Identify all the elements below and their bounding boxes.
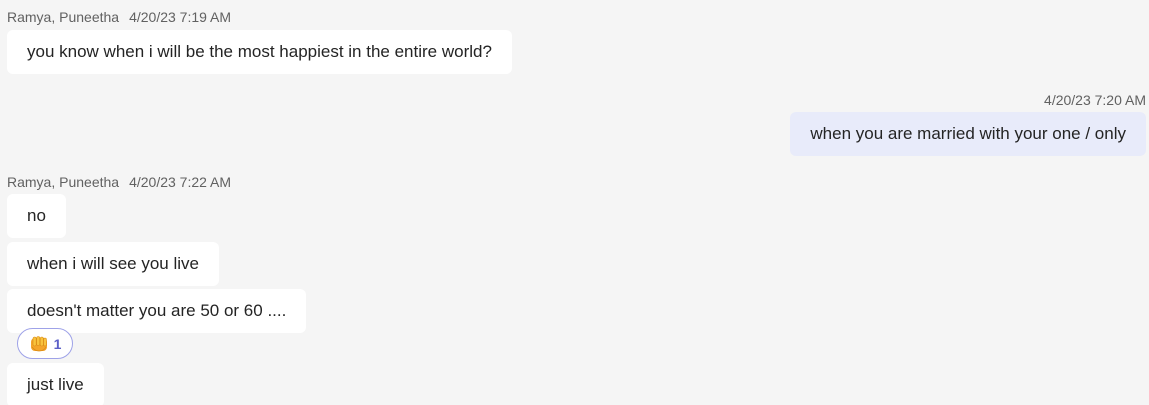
message-bubble[interactable]: no <box>7 194 66 238</box>
message-bubble[interactable]: when i will see you live <box>7 242 219 286</box>
message-bubble[interactable]: doesn't matter you are 50 or 60 .... <box>7 289 307 333</box>
message-bubble-outgoing[interactable]: when you are married with your one / onl… <box>790 112 1146 156</box>
message-timestamp: 4/20/23 7:19 AM <box>129 9 232 25</box>
fist-bump-icon <box>30 335 47 351</box>
message-bubble[interactable]: just live <box>7 363 104 405</box>
message-bubble[interactable]: you know when i will be the most happies… <box>7 30 512 74</box>
chat-thread: Ramya, Puneetha 4/20/23 7:19 AM you know … <box>0 0 1149 405</box>
message-timestamp: 4/20/23 7:20 AM <box>1044 92 1146 108</box>
reaction-pill[interactable]: 1 <box>17 328 73 359</box>
message-header: Ramya, Puneetha 4/20/23 7:19 AM <box>7 9 231 25</box>
message-author: Ramya, Puneetha <box>7 174 120 190</box>
message-author: Ramya, Puneetha <box>7 9 120 25</box>
reaction-count: 1 <box>53 335 62 352</box>
message-timestamp: 4/20/23 7:22 AM <box>129 174 232 190</box>
message-header: Ramya, Puneetha 4/20/23 7:22 AM <box>7 174 231 190</box>
